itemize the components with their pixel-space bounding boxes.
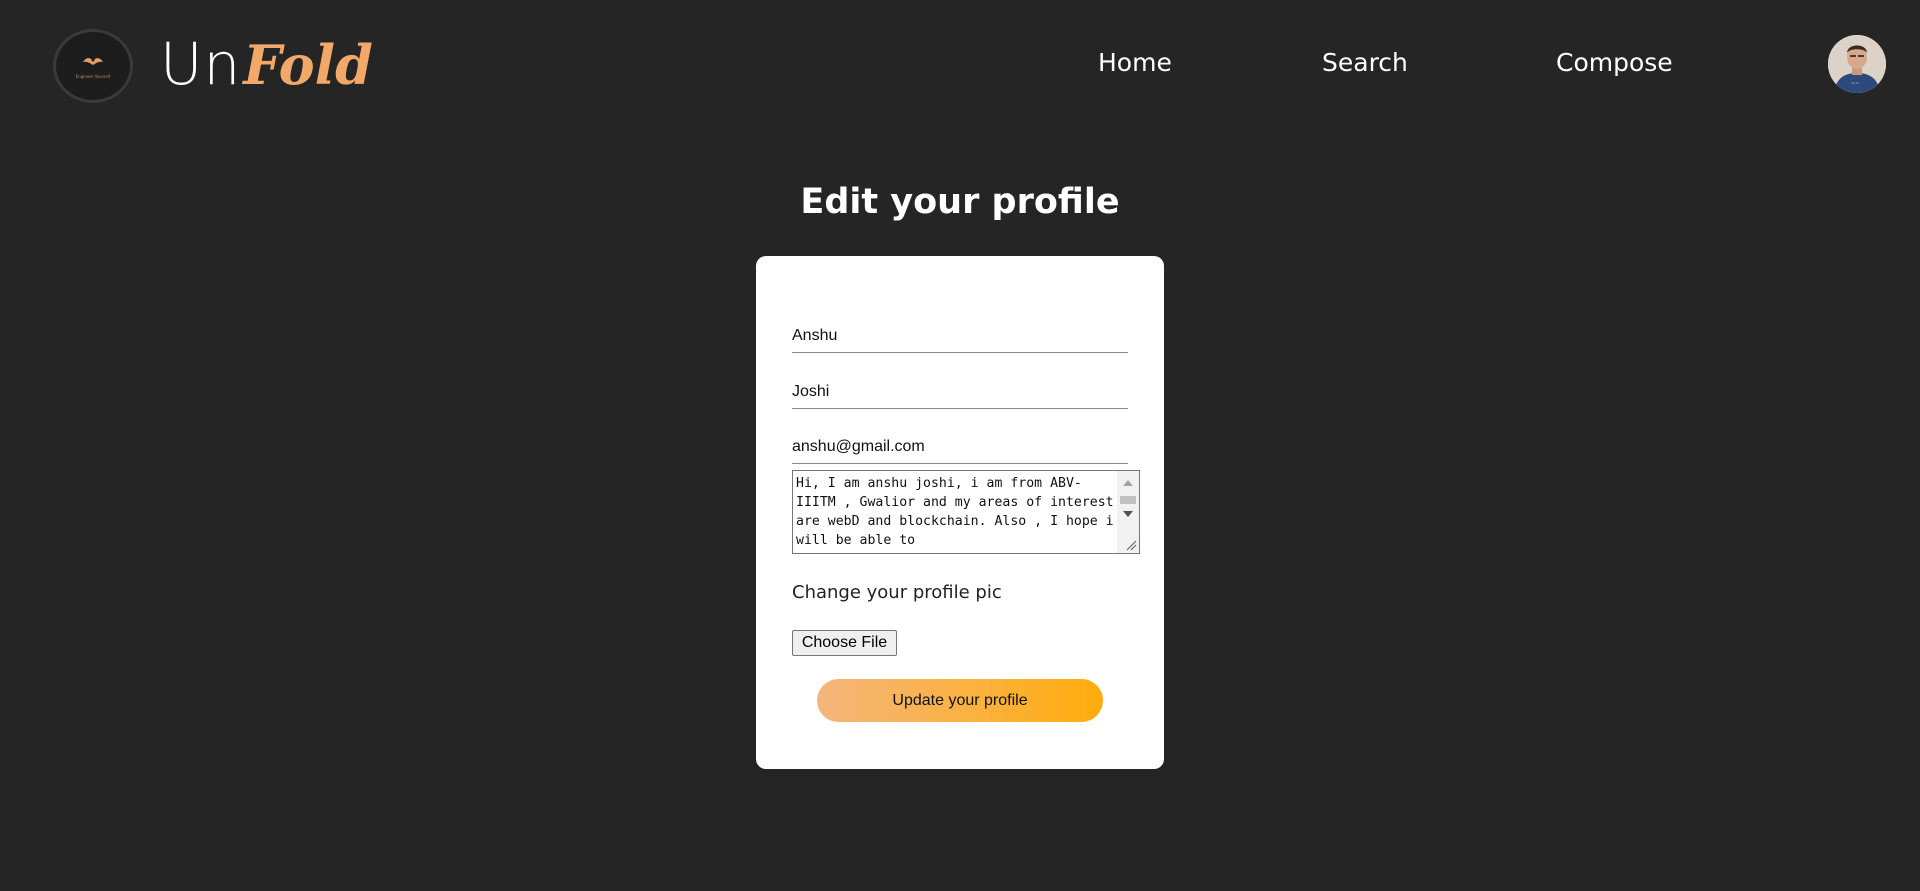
choose-file-button[interactable]: Choose File (792, 630, 897, 656)
profile-pic-label: Change your profile pic (792, 582, 1002, 603)
last-name-input[interactable] (792, 376, 1128, 409)
email-input[interactable] (792, 431, 1128, 464)
scroll-up-arrow-icon[interactable] (1123, 480, 1133, 486)
bio-container: Hi, I am anshu joshi, i am from ABV-IIIT… (792, 470, 1140, 554)
bird-logo-icon (83, 57, 103, 65)
bio-textarea[interactable]: Hi, I am anshu joshi, i am from ABV-IIIT… (793, 471, 1118, 553)
nav-home-link[interactable]: Home (1098, 48, 1172, 77)
first-name-input[interactable] (792, 320, 1128, 353)
nav-compose-link[interactable]: Compose (1556, 48, 1673, 77)
page-title: Edit your profile (800, 182, 1120, 222)
update-profile-button[interactable]: Update your profile (817, 679, 1103, 722)
badge-text: Engineer Yourself (75, 73, 111, 79)
resize-grip-icon[interactable] (1125, 539, 1137, 551)
svg-text:~~: ~~ (1851, 81, 1859, 87)
brand-un: Un (160, 30, 242, 98)
logo-badge[interactable]: Engineer Yourself (53, 29, 133, 103)
brand-fold: Fold (243, 33, 373, 97)
scroll-thumb[interactable] (1120, 496, 1136, 504)
user-photo-icon: ~~ (1828, 35, 1886, 93)
brand-logo[interactable]: Un Fold (160, 30, 373, 100)
nav-search-link[interactable]: Search (1322, 48, 1408, 77)
navbar: Engineer Yourself Un Fold Home Search Com… (0, 0, 1920, 130)
edit-profile-form: Hi, I am anshu joshi, i am from ABV-IIIT… (756, 256, 1164, 769)
user-avatar[interactable]: ~~ (1828, 35, 1886, 93)
scroll-down-arrow-icon[interactable] (1123, 511, 1133, 517)
